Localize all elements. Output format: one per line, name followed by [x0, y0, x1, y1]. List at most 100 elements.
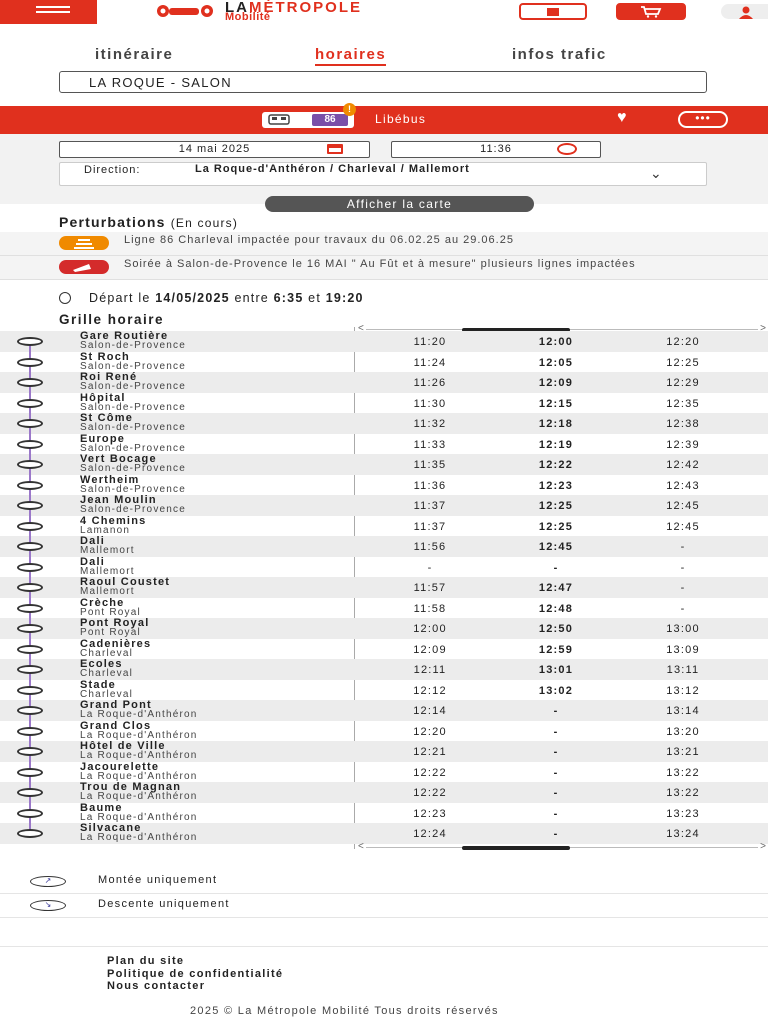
perturbation-item[interactable]: Soirée à Salon-de-Provence le 16 MAI " A…: [0, 256, 768, 280]
cart-icon: [641, 6, 662, 18]
stop-marker-icon: [17, 747, 43, 756]
time-cell: 12:15: [538, 397, 574, 410]
time-cell: 12:23: [538, 479, 574, 492]
stop-marker-icon: [17, 624, 43, 633]
departure-between: entre: [234, 291, 269, 305]
time-cell: 12:42: [666, 459, 700, 471]
table-row[interactable]: Crèche Pont Royal 11:58 12:48 -: [0, 596, 768, 619]
logo[interactable]: LAMÉTROPOLE Mobilité: [155, 0, 475, 23]
table-row[interactable]: Hôtel de Ville La Roque-d'Anthéron 12:21-1…: [0, 741, 768, 762]
calendar-button[interactable]: [519, 3, 587, 20]
menu-button[interactable]: [0, 0, 97, 24]
user-button[interactable]: [721, 4, 768, 19]
direction-value: La Roque-d'Anthéron / Charleval / Mallem…: [195, 163, 470, 175]
works-icon: [59, 236, 109, 250]
table-row[interactable]: Stade Charleval 12:12 13:02 13:12: [0, 679, 768, 701]
time-cell: 12:09: [538, 377, 574, 389]
time-cell: 12:50: [538, 623, 574, 635]
stop-city: Charleval: [80, 688, 134, 700]
tab-infos-trafic[interactable]: infos trafic: [512, 46, 607, 63]
tab-itineraire[interactable]: itinéraire: [95, 46, 173, 63]
stop-city: Salon-de-Provence: [80, 504, 187, 515]
time-cell: -: [680, 541, 686, 553]
main-tabs: itinéraire horaires infos trafic: [0, 46, 768, 66]
departure-end: 19:20: [325, 291, 364, 305]
departure-prefix: Départ le: [89, 291, 151, 305]
stop-marker-icon: [17, 583, 43, 592]
clock-icon: [59, 292, 71, 304]
table-row[interactable]: 4 Chemins Lamanon 11:37 12:25 12:45: [0, 515, 768, 537]
table-row[interactable]: Grand Pont La Roque-d'Anthéron 12:14-13:14: [0, 700, 768, 721]
time-cell: 12:25: [538, 520, 574, 533]
table-row[interactable]: Silvacane La Roque-d'Anthéron 12:24-13:24: [0, 823, 768, 844]
table-row[interactable]: Pont Royal Pont Royal 12:00 12:50 13:00: [0, 618, 768, 639]
more-options-button[interactable]: •••: [678, 111, 728, 128]
table-row[interactable]: Ecoles Charleval 12:11 13:01 13:11: [0, 659, 768, 680]
stop-marker-icon: [17, 480, 43, 490]
perturbation-text: Ligne 86 Charleval impactée pour travaux…: [124, 234, 514, 246]
scroll-right-icon[interactable]: >: [760, 841, 766, 852]
time-cell: 12:00: [538, 336, 574, 348]
favorite-heart-icon[interactable]: ♥: [617, 109, 627, 127]
stop-marker-icon: [17, 726, 43, 736]
footer-link-privacy[interactable]: Politique de confidentialité: [107, 968, 283, 980]
table-row[interactable]: Europe Salon-de-Provence 11:33 12:19 12:39: [0, 433, 768, 455]
line-badge[interactable]: 86: [262, 112, 354, 128]
perturbation-item[interactable]: Ligne 86 Charleval impactée pour travaux…: [0, 232, 768, 256]
table-row[interactable]: Dali Mallemort - - -: [0, 556, 768, 578]
stop-marker-icon: [17, 542, 43, 551]
time-cell: 12:19: [538, 438, 574, 451]
scroll-left-icon[interactable]: <: [358, 841, 364, 852]
table-row[interactable]: Gare Routière Salon-de-Provence 11:20 12:00…: [0, 331, 768, 352]
bus-icon: [268, 114, 290, 125]
direction-label: Direction:: [84, 164, 141, 176]
table-row[interactable]: St Roch Salon-de-Provence 11:24 12:05 12:25: [0, 351, 768, 373]
table-row[interactable]: Cadenières Charleval 12:09 12:59 13:09: [0, 638, 768, 660]
line-search-input[interactable]: LA ROQUE - SALON: [59, 71, 707, 93]
time-cell: 11:35: [413, 459, 447, 471]
user-icon: [739, 6, 753, 19]
table-row[interactable]: Vert Bocage Salon-de-Provence 11:35 12:22 12…: [0, 454, 768, 475]
timetable-scrollbar-bottom[interactable]: < >: [356, 841, 768, 852]
time-cell: -: [680, 582, 686, 594]
tab-horaires[interactable]: horaires: [315, 46, 387, 66]
stop-city: La Roque-d'Anthéron: [80, 832, 198, 843]
table-row[interactable]: Dali Mallemort 11:56 12:45-: [0, 536, 768, 557]
stop-city: La Roque-d'Anthéron: [80, 770, 198, 782]
time-cell: 12:20: [413, 725, 447, 738]
event-glyph: [73, 264, 91, 272]
table-row[interactable]: Jean Moulin Salon-de-Provence 11:37 12:25 12…: [0, 495, 768, 516]
time-cell: -: [427, 561, 433, 574]
stop-marker-icon: [17, 767, 43, 777]
direction-select[interactable]: Direction: La Roque-d'Anthéron / Charlev…: [59, 162, 707, 186]
time-cell: -: [553, 725, 559, 738]
stop-name: Crèche: [80, 596, 125, 609]
time-cell: 12:21: [413, 746, 447, 758]
time-cell: 12:00: [413, 623, 447, 635]
time-cell: -: [553, 828, 559, 840]
table-row[interactable]: Grand Clos La Roque-d'Anthéron 12:20 - 13:20: [0, 720, 768, 742]
table-row[interactable]: St Côme Salon-de-Provence 11:32 12:18 12:38: [0, 413, 768, 434]
stop-marker-icon: [17, 603, 43, 613]
table-row[interactable]: Wertheim Salon-de-Provence 11:36 12:23 12:43: [0, 474, 768, 496]
table-row[interactable]: Jacourelette La Roque-d'Anthéron 12:22 - 13:…: [0, 761, 768, 783]
show-map-button[interactable]: Afficher la carte: [265, 196, 534, 212]
cart-button[interactable]: [616, 3, 686, 20]
logo-line2: Mobilité: [225, 11, 271, 23]
stop-name: Hôpital: [80, 391, 126, 404]
time-cell: 12:43: [666, 479, 700, 492]
calendar-icon: [547, 8, 559, 16]
time-cell: -: [553, 787, 559, 799]
stop-marker-icon: [17, 378, 43, 387]
time-field[interactable]: 11:36: [391, 141, 601, 158]
table-row[interactable]: Hôpital Salon-de-Provence 11:30 12:15 12:35: [0, 391, 768, 414]
footer-link-plan-du-site[interactable]: Plan du site: [107, 955, 184, 967]
table-row[interactable]: Roi René Salon-de-Provence 11:26 12:09 12:29: [0, 372, 768, 393]
stop-marker-icon: [17, 685, 43, 695]
scroll-thumb[interactable]: [462, 846, 570, 850]
table-row[interactable]: Raoul Coustet Mallemort 11:57 12:47-: [0, 577, 768, 598]
footer-link-contact[interactable]: Nous contacter: [107, 980, 205, 992]
date-field[interactable]: 14 mai 2025: [59, 141, 370, 158]
table-row[interactable]: Baume La Roque-d'Anthéron 12:23 - 13:23: [0, 802, 768, 824]
table-row[interactable]: Trou de Magnan La Roque-d'Anthéron 12:22-1…: [0, 782, 768, 803]
